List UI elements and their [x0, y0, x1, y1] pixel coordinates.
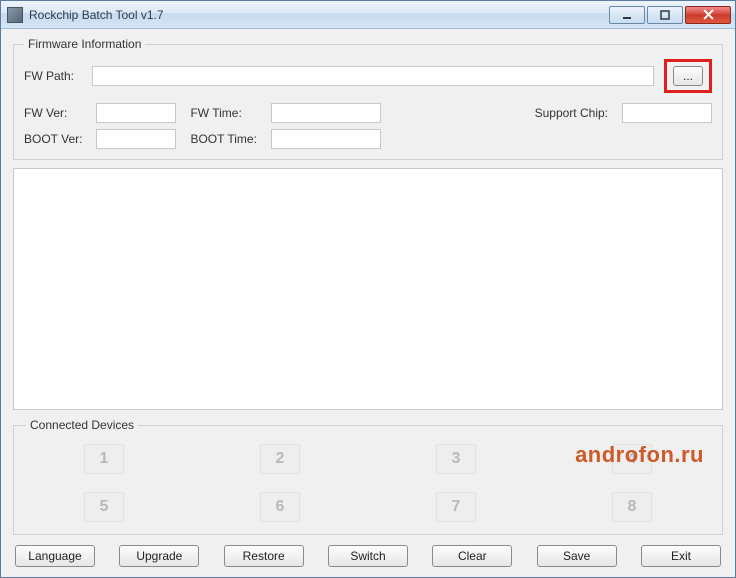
fw-time-input[interactable] [271, 103, 381, 123]
window-title: Rockchip Batch Tool v1.7 [29, 8, 609, 22]
device-slot-6[interactable]: 6 [260, 492, 300, 522]
save-button[interactable]: Save [537, 545, 617, 567]
app-window: Rockchip Batch Tool v1.7 Firmware Inform… [0, 0, 736, 578]
devices-grid: 1 2 3 4 5 6 7 8 [26, 442, 710, 524]
fw-ver-input[interactable] [96, 103, 176, 123]
app-icon [7, 7, 23, 23]
device-slot-4[interactable]: 4 [612, 444, 652, 474]
browse-button[interactable]: ... [673, 66, 703, 86]
device-slot-7[interactable]: 7 [436, 492, 476, 522]
language-button[interactable]: Language [15, 545, 95, 567]
fw-path-label: FW Path: [24, 69, 86, 83]
maximize-button[interactable] [647, 6, 683, 24]
fw-ver-label: FW Ver: [24, 106, 82, 120]
fw-path-input[interactable] [92, 66, 654, 86]
devices-legend: Connected Devices [26, 418, 138, 432]
client-area: Firmware Information FW Path: ... FW Ver… [1, 29, 735, 577]
switch-button[interactable]: Switch [328, 545, 408, 567]
close-icon [703, 9, 714, 20]
maximize-icon [660, 10, 670, 20]
titlebar: Rockchip Batch Tool v1.7 [1, 1, 735, 29]
firmware-group: Firmware Information FW Path: ... FW Ver… [13, 37, 723, 160]
firmware-fields: FW Ver: FW Time: Support Chip: BOOT Ver:… [24, 103, 712, 149]
support-chip-label: Support Chip: [535, 106, 608, 120]
firmware-legend: Firmware Information [24, 37, 145, 51]
device-slot-5[interactable]: 5 [84, 492, 124, 522]
fw-path-row: FW Path: ... [24, 59, 712, 93]
device-slot-3[interactable]: 3 [436, 444, 476, 474]
boot-ver-input[interactable] [96, 129, 176, 149]
device-slot-2[interactable]: 2 [260, 444, 300, 474]
log-area[interactable] [13, 168, 723, 410]
boot-time-input[interactable] [271, 129, 381, 149]
device-slot-1[interactable]: 1 [84, 444, 124, 474]
bottom-button-bar: Language Upgrade Restore Switch Clear Sa… [13, 545, 723, 567]
window-controls [609, 6, 731, 24]
boot-ver-label: BOOT Ver: [24, 132, 82, 146]
browse-highlight: ... [664, 59, 712, 93]
device-slot-8[interactable]: 8 [612, 492, 652, 522]
devices-group: Connected Devices androfon.ru 1 2 3 4 5 … [13, 418, 723, 535]
restore-button[interactable]: Restore [224, 545, 304, 567]
upgrade-button[interactable]: Upgrade [119, 545, 199, 567]
support-chip-input[interactable] [622, 103, 712, 123]
clear-button[interactable]: Clear [432, 545, 512, 567]
close-button[interactable] [685, 6, 731, 24]
minimize-button[interactable] [609, 6, 645, 24]
minimize-icon [622, 10, 632, 20]
fw-time-label: FW Time: [190, 106, 256, 120]
boot-time-label: BOOT Time: [190, 132, 256, 146]
exit-button[interactable]: Exit [641, 545, 721, 567]
